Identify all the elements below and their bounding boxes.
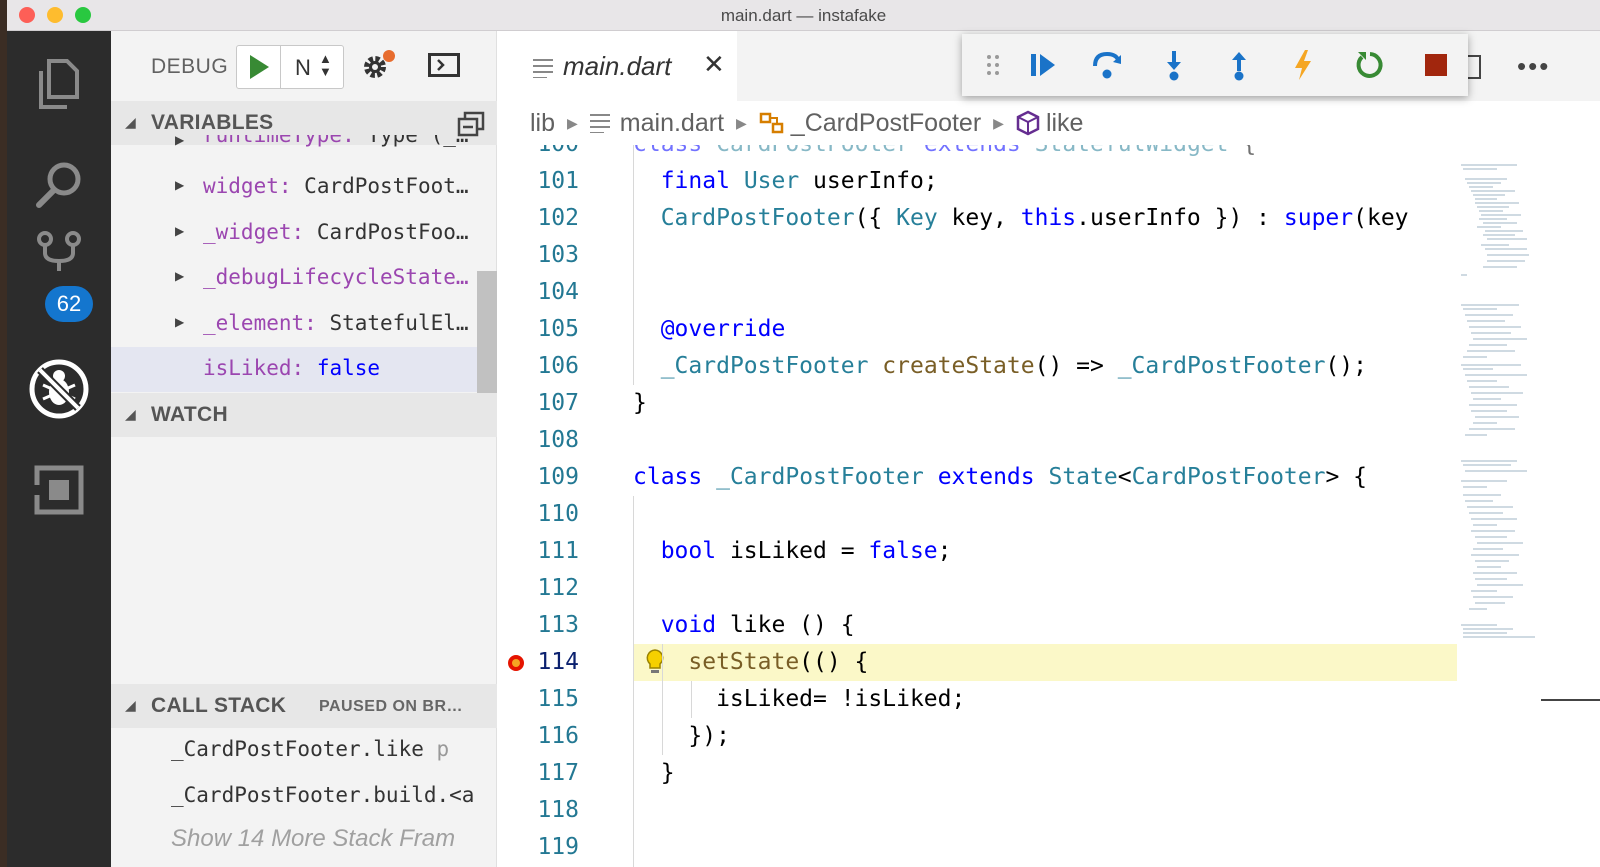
continue-icon[interactable] xyxy=(1026,48,1060,82)
breadcrumb-class[interactable]: _CardPostFooter xyxy=(759,109,981,138)
stop-icon[interactable] xyxy=(1419,48,1453,82)
show-more-frames-link[interactable]: Show 14 More Stack Fram xyxy=(171,825,497,853)
title-bar: main.dart — instafake xyxy=(7,0,1600,31)
code-line: 106 _CardPostFooter createState() => _Ca… xyxy=(537,353,1367,379)
code-editor[interactable]: 100 class CardPostFooter extends Statefu… xyxy=(497,145,1457,867)
launch-config-name: N xyxy=(295,55,311,80)
code-line: 111 bool isLiked = false; xyxy=(537,538,952,564)
watch-title: WATCH xyxy=(151,403,228,426)
chevron-updown-icon: ▲ ▼ xyxy=(319,51,332,79)
collapse-triangle-icon: ◢ xyxy=(125,114,136,130)
variable-row[interactable]: ▶ _debugLifecycleState… xyxy=(111,256,477,301)
code-line: 119 xyxy=(537,834,579,860)
code-line: 116 }); xyxy=(537,723,730,749)
code-line: 102 CardPostFooter({ Key key, this.userI… xyxy=(537,205,1409,231)
step-out-icon[interactable] xyxy=(1222,48,1256,82)
code-line: 108 xyxy=(537,427,579,453)
extensions-icon[interactable] xyxy=(7,445,111,535)
stack-frame[interactable]: _CardPostFooter.like p xyxy=(171,737,497,782)
chevron-right-icon: ▶ xyxy=(567,114,578,131)
class-symbol-icon xyxy=(759,112,784,134)
code-line: 110 xyxy=(537,501,579,527)
floating-debug-toolbar xyxy=(962,34,1468,96)
stack-frame[interactable]: _CardPostFooter.build.<a xyxy=(171,783,497,828)
code-line: 101 final User userInfo; xyxy=(537,168,938,194)
code-line: 100 class CardPostFooter extends Statefu… xyxy=(497,145,1457,163)
start-debugging-button[interactable] xyxy=(237,46,281,88)
call-stack-title: CALL STACK xyxy=(151,694,287,717)
code-line: 115 isLiked= !isLiked; xyxy=(537,686,966,712)
restart-icon[interactable] xyxy=(1353,48,1387,82)
editor-group: main.dart ✕ ••• lib ▶ main.dart ▶ _CardP… xyxy=(497,31,1600,867)
hot-reload-icon[interactable] xyxy=(1286,48,1320,82)
variable-row[interactable]: ▶ runtimeType: Type (_… xyxy=(111,135,477,155)
call-stack-section-header[interactable]: ◢ CALL STACK PAUSED ON BR… xyxy=(111,684,497,728)
breadcrumb-method[interactable]: like xyxy=(1016,109,1083,138)
indent-guide xyxy=(633,496,634,867)
search-icon[interactable] xyxy=(7,139,111,229)
debug-console-icon[interactable] xyxy=(428,53,460,82)
gear-icon[interactable] xyxy=(361,49,397,88)
expand-arrow-icon[interactable]: ▶ xyxy=(175,135,184,147)
method-cube-icon xyxy=(1016,110,1040,136)
indent-guide xyxy=(633,145,634,385)
desktop-edge xyxy=(0,0,7,867)
variable-row-selected[interactable]: isLiked: false xyxy=(111,347,477,392)
code-line: 112 xyxy=(537,575,579,601)
drag-handle-icon[interactable] xyxy=(976,48,1010,82)
debug-sidebar: DEBUG N ▲ ▼ ◢ VARIABLES ▶ runtimeType: Ty… xyxy=(111,31,497,867)
step-over-icon[interactable] xyxy=(1090,48,1124,82)
expand-arrow-icon[interactable]: ▶ xyxy=(175,178,184,192)
indent-guide xyxy=(691,681,692,718)
step-into-icon[interactable] xyxy=(1157,48,1191,82)
code-line: 113 void like () { xyxy=(537,612,855,638)
debug-toolbar: DEBUG N ▲ ▼ xyxy=(111,31,497,101)
code-line: 103 xyxy=(537,242,579,268)
variables-title: VARIABLES xyxy=(151,111,274,134)
variable-row[interactable]: ▶ _element: StatefulEl… xyxy=(111,302,477,347)
chevron-right-icon: ▶ xyxy=(993,114,1004,131)
code-line: 104 xyxy=(537,279,579,305)
indent-guide xyxy=(662,644,663,755)
file-lines-icon xyxy=(589,114,610,133)
collapse-triangle-icon: ◢ xyxy=(125,406,136,422)
debug-label: DEBUG xyxy=(151,55,229,78)
file-lines-icon xyxy=(533,58,553,83)
code-line: 107 } xyxy=(537,390,647,416)
launch-config-select[interactable]: N ▲ ▼ xyxy=(236,45,344,89)
variable-row[interactable]: ▶ _widget: CardPostFoo… xyxy=(111,211,477,256)
close-icon[interactable]: ✕ xyxy=(703,49,725,80)
expand-arrow-icon[interactable]: ▶ xyxy=(175,224,184,238)
code-line-current: 114 setState(() { xyxy=(497,644,1457,681)
code-line: 118 xyxy=(537,797,579,823)
variable-row[interactable]: ▶ widget: CardPostFoot… xyxy=(111,165,477,210)
breadcrumb: lib ▶ main.dart ▶ _CardPostFooter ▶ like xyxy=(497,101,1600,145)
expand-arrow-icon[interactable]: ▶ xyxy=(175,315,184,329)
tab-main-dart[interactable]: main.dart ✕ xyxy=(497,31,737,101)
code-line: 105 @override xyxy=(537,316,786,342)
collapse-triangle-icon: ◢ xyxy=(125,697,136,713)
more-actions-icon[interactable]: ••• xyxy=(1517,51,1550,82)
chevron-right-icon: ▶ xyxy=(736,114,747,131)
explorer-icon[interactable] xyxy=(7,39,111,129)
tab-label: main.dart xyxy=(563,51,672,81)
call-stack-status: PAUSED ON BR… xyxy=(319,698,463,715)
breadcrumb-lib[interactable]: lib xyxy=(530,109,555,138)
watch-section-header[interactable]: ◢ WATCH xyxy=(111,393,497,437)
code-line: 109 class _CardPostFooter extends State<… xyxy=(537,464,1368,490)
variables-scrollbar[interactable] xyxy=(477,271,497,395)
activity-bar: 62 xyxy=(7,31,111,867)
expand-arrow-icon[interactable]: ▶ xyxy=(175,269,184,283)
minimap[interactable] xyxy=(1457,145,1537,867)
breadcrumb-file[interactable]: main.dart xyxy=(589,109,724,138)
scm-changes-badge: 62 xyxy=(45,286,93,322)
overview-ruler-marker xyxy=(1541,699,1600,701)
code-line: 117 } xyxy=(537,760,675,786)
debug-icon[interactable] xyxy=(7,344,111,434)
window-title: main.dart — instafake xyxy=(720,6,887,25)
